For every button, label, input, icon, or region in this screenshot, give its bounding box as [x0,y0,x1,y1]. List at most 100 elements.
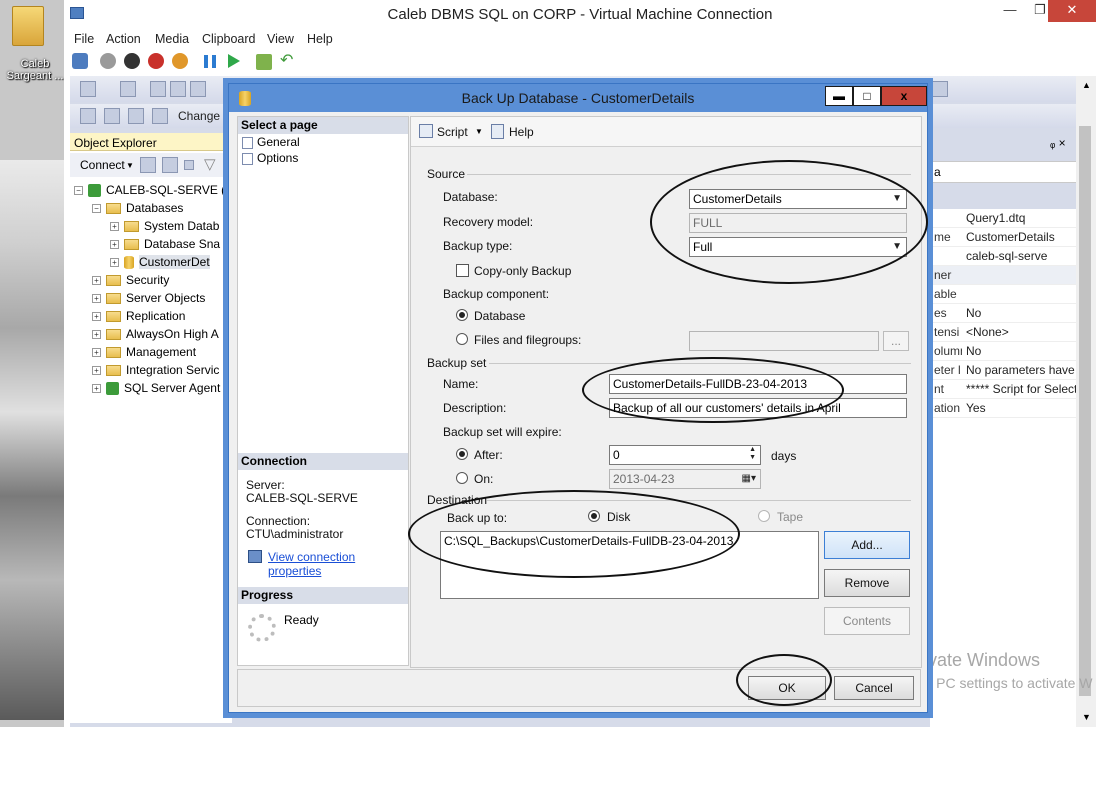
pane-pin-icon[interactable]: ᵩ × [1050,136,1066,150]
tree-node[interactable]: + Management [74,343,232,361]
property-row[interactable]: me CustomerDetails [930,228,1080,247]
change-type-label[interactable]: Change T [178,109,230,123]
expand-icon[interactable]: + [92,294,101,304]
property-row[interactable]: caleb-sql-serve [930,247,1080,266]
property-row[interactable]: nt ***** Script for SelectT [930,380,1080,399]
close-button[interactable]: ✕ [1048,0,1096,22]
tree-node[interactable]: + Integration Servic [74,361,232,379]
power-icon[interactable] [172,53,188,69]
backup-type-select[interactable]: Full ▼ [689,237,907,257]
ok-button[interactable]: OK [748,676,826,700]
tree-node[interactable]: + Security [74,271,232,289]
view-connection-properties-link[interactable]: View connection properties [268,550,408,578]
page-options[interactable]: Options [242,150,298,166]
chevron-down-icon[interactable]: ▼ [475,127,483,136]
expand-icon[interactable]: + [110,258,119,268]
tree-node[interactable]: + Database Sna [74,235,232,253]
dialog-maximize-button[interactable]: □ [853,86,881,106]
grid-icon[interactable] [120,81,136,97]
destination-path-item[interactable]: C:\SQL_Backups\CustomerDetails-FullDB-23… [444,534,733,548]
expand-icon[interactable]: + [92,330,101,340]
scroll-down-icon[interactable]: ▼ [1082,712,1091,722]
database-select[interactable]: CustomerDetails ▼ [689,189,907,209]
dialog-close-button[interactable]: x [881,86,927,106]
tree-node[interactable]: + AlwaysOn High A [74,325,232,343]
expand-icon[interactable]: + [110,240,119,250]
tree-node[interactable]: + Replication [74,307,232,325]
expire-days-stepper[interactable]: 0 ▲ ▼ [609,445,761,465]
open-folder-icon[interactable] [150,81,166,97]
shutdown-icon[interactable] [148,53,164,69]
disconnect-icon[interactable] [162,157,178,173]
expand-icon[interactable]: + [92,384,101,394]
activity-icon[interactable] [932,81,948,97]
chevron-down-icon[interactable]: ▼ [126,161,134,170]
designer-icon[interactable] [80,108,96,124]
menu-clipboard[interactable]: Clipboard [202,32,256,46]
expand-icon[interactable]: + [92,348,101,358]
description-input[interactable]: Backup of all our customers' details in … [609,398,907,418]
expire-on-radio[interactable] [456,472,468,484]
script-button[interactable]: Script [437,125,468,139]
resume-icon[interactable] [228,54,240,68]
property-row[interactable]: eter l No parameters have b [930,361,1080,380]
pause-icon[interactable] [204,55,216,68]
help-icon[interactable] [491,124,504,139]
property-row[interactable]: tensi <None> [930,323,1080,342]
ctrl-alt-del-icon[interactable] [72,53,88,69]
property-row[interactable]: ner [930,266,1080,285]
menu-help[interactable]: Help [307,32,333,46]
cancel-button[interactable]: Cancel [834,676,914,700]
dialog-minimize-button[interactable]: ▬ [825,86,853,106]
expand-icon[interactable]: + [92,366,101,376]
stop-icon[interactable] [184,160,194,170]
tree-node[interactable]: + SQL Server Agent [74,379,232,397]
tree-node[interactable]: + System Datab [74,217,232,235]
destination-list[interactable]: C:\SQL_Backups\CustomerDetails-FullDB-23… [440,531,819,599]
collapse-icon[interactable]: − [92,204,101,214]
help-button[interactable]: Help [509,125,534,139]
scrollbar-thumb[interactable] [1079,126,1091,696]
tree-node[interactable]: + CustomerDet [74,253,232,271]
property-row[interactable]: ation Yes [930,399,1080,418]
property-row[interactable]: es No [930,304,1080,323]
copy-only-checkbox[interactable] [456,264,469,277]
connect-button[interactable]: Connect [80,158,125,172]
collapse-icon[interactable]: − [74,186,83,196]
add-destination-button[interactable]: Add... [824,531,910,559]
contents-button[interactable]: Contents [824,607,910,635]
component-database-radio[interactable] [456,309,468,321]
save-all-icon[interactable] [190,81,206,97]
connect-object-icon[interactable] [140,157,156,173]
sql-pane-icon[interactable] [128,108,144,124]
destination-disk-radio[interactable] [588,510,600,522]
start-icon[interactable] [100,53,116,69]
checkpoint-icon[interactable] [256,54,272,70]
component-files-radio[interactable] [456,333,468,345]
remove-destination-button[interactable]: Remove [824,569,910,597]
expire-after-radio[interactable] [456,448,468,460]
folder-icon[interactable] [12,6,44,46]
filegroups-browse-button[interactable]: ... [883,331,909,351]
revert-icon[interactable]: ↶ [280,53,293,69]
properties-object-select[interactable]: a [930,161,1080,183]
tree-node[interactable]: − Databases [74,199,232,217]
menu-action[interactable]: Action [106,32,141,46]
save-icon[interactable] [170,81,186,97]
desktop-icon-label[interactable]: Caleb Sargeant ... [0,58,70,82]
filter-icon[interactable]: ▽ [204,155,216,173]
property-row[interactable]: Query1.dtq [930,209,1080,228]
menu-media[interactable]: Media [155,32,189,46]
expand-icon[interactable]: + [110,222,119,232]
table-icon[interactable] [104,108,120,124]
script-icon[interactable] [419,124,433,138]
expand-icon[interactable]: + [92,276,101,286]
menu-view[interactable]: View [267,32,294,46]
property-row[interactable]: olumn No [930,342,1080,361]
expand-icon[interactable]: + [92,312,101,322]
tree-node[interactable]: + Server Objects [74,289,232,307]
vm-scrollbar[interactable]: ▲ ▼ [1076,76,1096,727]
new-query-icon[interactable] [80,81,96,97]
stop-icon[interactable] [124,53,140,69]
menu-file[interactable]: File [74,32,94,46]
